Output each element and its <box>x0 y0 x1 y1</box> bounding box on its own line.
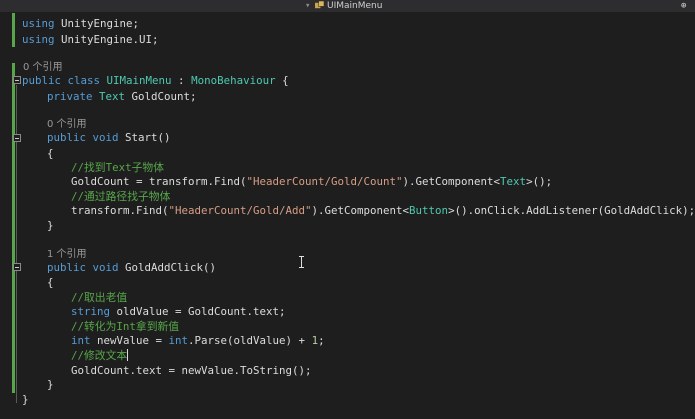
code-token: UIMainMenu <box>106 74 172 87</box>
code-token: public class <box>22 74 101 87</box>
code-line: } <box>47 378 54 391</box>
code-token: newValue = <box>90 334 169 347</box>
code-token: Start() <box>118 131 171 144</box>
collapse-toggle-icon[interactable] <box>13 134 21 142</box>
code-token: UnityEngine.UI; <box>61 33 159 46</box>
outline-guide <box>16 270 17 390</box>
code-line: public void Start() <box>47 130 171 145</box>
text-caret <box>127 349 129 361</box>
code-token: transform.Find( <box>71 204 169 217</box>
code-token: Button <box>409 204 449 217</box>
code-token: Text <box>99 90 126 103</box>
code-token: ).GetComponent< <box>402 175 501 188</box>
code-line: using UnityEngine; <box>22 16 139 31</box>
ibeam-cursor-icon <box>299 256 304 268</box>
code-line: { <box>47 276 54 289</box>
code-token: using <box>22 33 55 46</box>
code-line: { <box>47 147 54 160</box>
current-line[interactable]: //修改文本 <box>71 348 129 363</box>
code-token: ; <box>318 334 325 347</box>
code-token: public void <box>47 261 119 274</box>
code-comment: //取出老值 <box>71 291 128 304</box>
code-line: using UnityEngine.UI; <box>22 32 159 47</box>
code-token: GoldCount; <box>125 90 197 103</box>
code-comment: //转化为Int拿到新值 <box>71 320 180 333</box>
code-token: MonoBehaviour <box>191 74 276 87</box>
code-token: "HeaderCount/Gold/Add" <box>168 204 312 217</box>
code-line: GoldCount = transform.Find("HeaderCount/… <box>71 174 552 189</box>
code-token: int <box>71 334 91 347</box>
code-line: } <box>47 219 54 232</box>
code-line: int newValue = int.Parse(oldValue) + 1; <box>71 333 325 348</box>
code-token: GoldAddClick() <box>118 261 217 274</box>
code-token: >().onClick.AddListener(GoldAddClick); <box>448 204 695 217</box>
code-token: >(); <box>526 175 553 188</box>
code-token: GoldCount = transform.Find( <box>71 175 247 188</box>
change-marker <box>12 63 15 393</box>
code-token: int <box>168 334 189 347</box>
code-line: } <box>22 393 29 406</box>
collapse-toggle-icon[interactable] <box>13 263 21 271</box>
code-line: public class UIMainMenu : MonoBehaviour … <box>22 73 289 88</box>
code-line: private Text GoldCount; <box>47 89 197 104</box>
code-token: UnityEngine; <box>61 17 140 30</box>
code-line: GoldCount.text = newValue.ToString(); <box>71 364 312 377</box>
code-token: { <box>275 74 289 87</box>
code-line: public void GoldAddClick() <box>47 260 216 275</box>
code-token: public void <box>47 131 119 144</box>
code-token: Text <box>500 175 527 188</box>
code-token: oldValue = GoldCount.text; <box>110 305 286 318</box>
editor-tab-bar: ▾ UIMainMenu ⊕ <box>0 0 695 12</box>
dropdown-chevron-icon[interactable]: ▾ <box>305 0 310 12</box>
tab-options-icon[interactable]: ⊕ <box>681 0 686 12</box>
code-comment: //找到Text子物体 <box>71 161 164 174</box>
code-line: string oldValue = GoldCount.text; <box>71 304 286 319</box>
code-token: ).GetComponent< <box>311 204 410 217</box>
code-token: .Parse(oldValue) + <box>188 334 312 347</box>
code-token: "HeaderCount/Gold/Count" <box>246 175 403 188</box>
tab-title[interactable]: UIMainMenu <box>327 0 382 12</box>
outline-guide <box>16 142 17 230</box>
code-token: : <box>171 74 192 87</box>
code-line: transform.Find("HeaderCount/Gold/Add").G… <box>71 203 695 218</box>
code-comment: //修改文本 <box>71 349 128 362</box>
code-token: using <box>22 17 55 30</box>
code-comment: //通过路径找子物体 <box>71 190 171 203</box>
collapse-toggle-icon[interactable] <box>13 76 21 84</box>
change-marker <box>12 13 15 47</box>
csharp-class-icon <box>315 1 324 9</box>
code-token: private <box>47 90 93 103</box>
code-token: string <box>71 305 111 318</box>
